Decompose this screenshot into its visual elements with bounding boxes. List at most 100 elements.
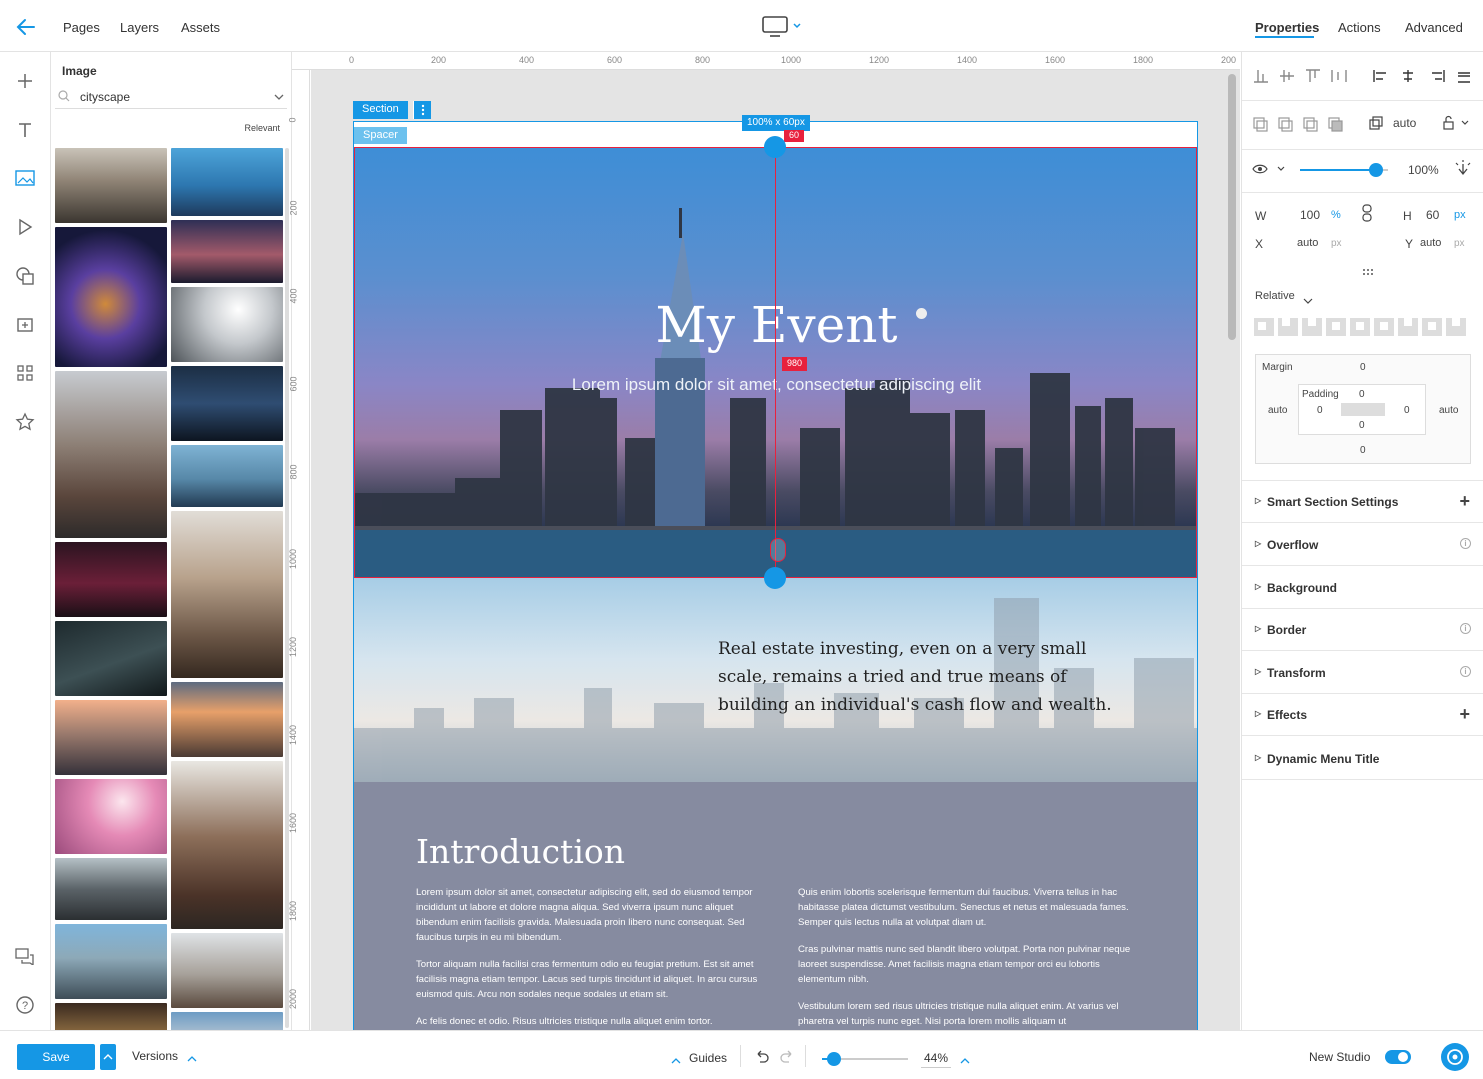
quote-section[interactable]: Real estate investing, even on a very sm… — [354, 578, 1197, 782]
padding-bottom-input[interactable]: 0 — [1359, 420, 1365, 431]
padding-left-input[interactable]: 0 — [1317, 405, 1323, 416]
padding-right-input[interactable]: 0 — [1404, 405, 1410, 416]
image-thumbnail[interactable] — [171, 445, 283, 507]
dynamic-menu-title-accordion[interactable]: ▷ Dynamic Menu Title — [1242, 738, 1483, 780]
intro-paragraph[interactable]: Tortor aliquam nulla facilisi cras ferme… — [416, 957, 761, 1002]
image-thumbnail[interactable] — [171, 366, 283, 441]
intro-paragraph[interactable]: Lorem ipsum dolor sit amet, consectetur … — [416, 885, 761, 945]
opacity-value[interactable]: 100% — [1408, 163, 1439, 177]
image-thumbnail[interactable] — [171, 287, 283, 362]
image-thumbnail[interactable] — [171, 682, 283, 757]
chevron-up-icon[interactable] — [960, 1053, 970, 1068]
height-input[interactable]: 60 — [1426, 208, 1439, 222]
chevron-up-icon[interactable] — [187, 1051, 197, 1066]
width-input[interactable]: 100 — [1300, 208, 1320, 222]
margin-left-input[interactable]: auto — [1268, 405, 1287, 416]
image-thumbnail[interactable] — [55, 924, 167, 999]
size-mode-icon[interactable] — [1369, 116, 1383, 133]
chevron-down-icon[interactable] — [1303, 293, 1313, 308]
widgets-icon[interactable] — [13, 361, 37, 385]
new-studio-toggle[interactable] — [1385, 1050, 1411, 1064]
image-thumbnail[interactable] — [171, 1012, 283, 1030]
quote-text[interactable]: Real estate investing, even on a very sm… — [718, 635, 1138, 719]
opacity-slider[interactable] — [1300, 163, 1388, 177]
opacity-slider-thumb[interactable] — [1369, 163, 1383, 177]
eye-icon[interactable] — [1252, 162, 1286, 179]
size-mode-value[interactable]: auto — [1393, 116, 1416, 130]
image-thumbnail[interactable] — [55, 148, 167, 223]
play-icon[interactable] — [13, 215, 37, 239]
chat-icon[interactable] — [13, 944, 37, 968]
zoom-value[interactable]: 44% — [921, 1051, 952, 1068]
preview-icon[interactable] — [1441, 1043, 1469, 1071]
image-thumbnail[interactable] — [55, 858, 167, 920]
link-dimensions-icon[interactable] — [1361, 204, 1373, 225]
chevron-down-icon[interactable] — [273, 90, 285, 105]
touch-icon[interactable] — [1454, 160, 1472, 183]
tab-actions[interactable]: Actions — [1338, 20, 1381, 35]
zoom-slider[interactable] — [822, 1052, 908, 1066]
section-menu-icon[interactable] — [413, 101, 431, 119]
versions-button[interactable]: Versions — [132, 1049, 178, 1063]
intro-paragraph[interactable]: Ac felis donec et odio. Risus ultricies … — [416, 1014, 761, 1029]
height-unit[interactable]: px — [1454, 209, 1466, 221]
zoom-slider-thumb[interactable] — [827, 1052, 841, 1066]
effects-accordion[interactable]: ▷ Effects + — [1242, 694, 1483, 736]
drag-dots-icon[interactable] — [1362, 264, 1374, 279]
plus-icon[interactable] — [13, 69, 37, 93]
anchor-position-grid[interactable] — [1254, 316, 1472, 338]
guides-button[interactable]: Guides — [689, 1051, 727, 1065]
text-icon[interactable] — [13, 118, 37, 142]
image-thumbnail[interactable] — [171, 761, 283, 929]
tab-properties[interactable]: Properties — [1255, 20, 1319, 35]
spacer-label[interactable]: Spacer — [354, 127, 407, 144]
tab-advanced[interactable]: Advanced — [1405, 20, 1463, 35]
resize-handle-top[interactable] — [764, 136, 786, 158]
image-thumbnail[interactable] — [171, 148, 283, 216]
chevron-up-icon[interactable] — [671, 1053, 681, 1068]
intro-title[interactable]: Introduction — [416, 832, 625, 871]
lock-icon[interactable] — [1442, 115, 1472, 134]
padding-top-input[interactable]: 0 — [1359, 389, 1365, 400]
image-icon[interactable] — [13, 166, 37, 190]
position-select[interactable]: Relative — [1255, 290, 1295, 302]
hero-subtitle[interactable]: Lorem ipsum dolor sit amet, consectetur … — [355, 375, 1196, 395]
search-input[interactable]: cityscape — [80, 90, 130, 104]
save-options-button[interactable] — [100, 1044, 116, 1070]
sort-label[interactable]: Relevant — [244, 123, 280, 133]
resize-handle-bottom[interactable] — [764, 567, 786, 589]
tab-assets[interactable]: Assets — [181, 20, 220, 35]
shapes-icon[interactable] — [13, 264, 37, 288]
copy-tools[interactable] — [1252, 112, 1362, 136]
help-icon[interactable]: ? — [13, 993, 37, 1017]
transform-accordion[interactable]: ▷ Transform i — [1242, 652, 1483, 694]
tab-pages[interactable]: Pages — [63, 20, 100, 35]
image-thumbnail[interactable] — [171, 220, 283, 283]
background-accordion[interactable]: ▷ Background — [1242, 567, 1483, 609]
smart-section-settings-accordion[interactable]: ▷ Smart Section Settings + — [1242, 481, 1483, 523]
border-accordion[interactable]: ▷ Border i — [1242, 609, 1483, 651]
image-thumbnail[interactable] — [55, 700, 167, 775]
margin-right-input[interactable]: auto — [1439, 405, 1458, 416]
image-thumbnail[interactable] — [171, 933, 283, 1008]
width-unit[interactable]: % — [1331, 209, 1341, 221]
image-thumbnail[interactable] — [55, 621, 167, 696]
add-section-icon[interactable] — [13, 313, 37, 337]
tab-layers[interactable]: Layers — [120, 20, 159, 35]
undo-icon[interactable] — [755, 1049, 769, 1066]
image-thumbnail[interactable] — [55, 227, 167, 367]
design-canvas[interactable]: My Event Lorem ipsum dolor sit amet, con… — [311, 70, 1240, 1030]
image-thumbnail[interactable] — [55, 371, 167, 538]
intro-section[interactable]: Introduction Lorem ipsum dolor sit amet,… — [354, 782, 1197, 1030]
image-thumbnail[interactable] — [55, 542, 167, 617]
search-field[interactable]: cityscape — [55, 85, 287, 109]
assets-scrollbar[interactable] — [285, 148, 289, 1028]
intro-paragraph[interactable]: Quis enim lobortis scelerisque fermentum… — [798, 885, 1145, 930]
star-icon[interactable] — [13, 410, 37, 434]
image-thumbnail[interactable] — [55, 779, 167, 854]
back-arrow-icon[interactable] — [14, 15, 38, 39]
redo-icon[interactable] — [780, 1049, 794, 1066]
intro-paragraph[interactable]: Vestibulum lorem sed risus ultricies tri… — [798, 999, 1145, 1029]
drag-handle[interactable] — [770, 538, 786, 562]
x-input[interactable]: auto — [1297, 237, 1318, 249]
